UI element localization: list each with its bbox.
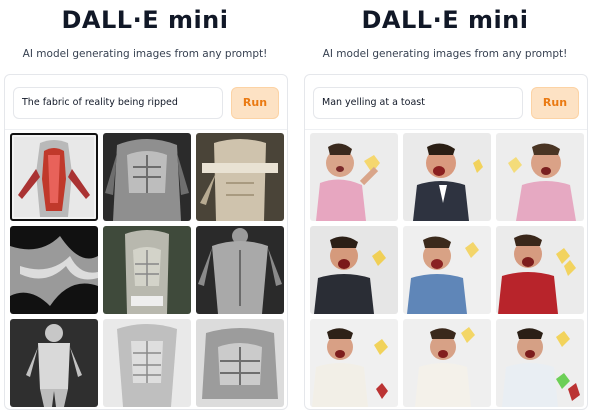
app-title: DALL·E mini — [61, 6, 229, 34]
result-image[interactable] — [196, 226, 284, 314]
right-panel: DALL·E mini AI model generating images f… — [300, 0, 590, 414]
run-button[interactable]: Run — [231, 87, 279, 119]
result-image[interactable] — [196, 319, 284, 407]
result-image[interactable] — [496, 133, 584, 221]
result-image[interactable] — [496, 319, 584, 407]
generator-card: Man yelling at a toast Run — [304, 74, 588, 410]
result-image[interactable] — [403, 226, 491, 314]
result-image[interactable] — [196, 133, 284, 221]
image-grid — [310, 133, 584, 407]
generator-card: The fabric of reality being ripped Run — [4, 74, 288, 410]
prompt-input[interactable]: Man yelling at a toast — [313, 87, 523, 119]
divider — [305, 129, 587, 130]
result-image[interactable] — [103, 133, 191, 221]
divider — [5, 129, 287, 130]
result-image[interactable] — [10, 319, 98, 407]
result-image[interactable] — [310, 226, 398, 314]
result-image[interactable] — [403, 319, 491, 407]
run-button[interactable]: Run — [531, 87, 579, 119]
app-subtitle: AI model generating images from any prom… — [22, 48, 268, 60]
result-image[interactable] — [496, 226, 584, 314]
result-image[interactable] — [10, 133, 98, 221]
image-grid — [10, 133, 284, 407]
app-subtitle: AI model generating images from any prom… — [322, 48, 568, 60]
result-image[interactable] — [403, 133, 491, 221]
result-image[interactable] — [103, 319, 191, 407]
app-title: DALL·E mini — [361, 6, 529, 34]
result-image[interactable] — [310, 319, 398, 407]
result-image[interactable] — [10, 226, 98, 314]
result-image[interactable] — [103, 226, 191, 314]
left-panel: DALL·E mini AI model generating images f… — [0, 0, 290, 414]
result-image[interactable] — [310, 133, 398, 221]
prompt-input[interactable]: The fabric of reality being ripped — [13, 87, 223, 119]
